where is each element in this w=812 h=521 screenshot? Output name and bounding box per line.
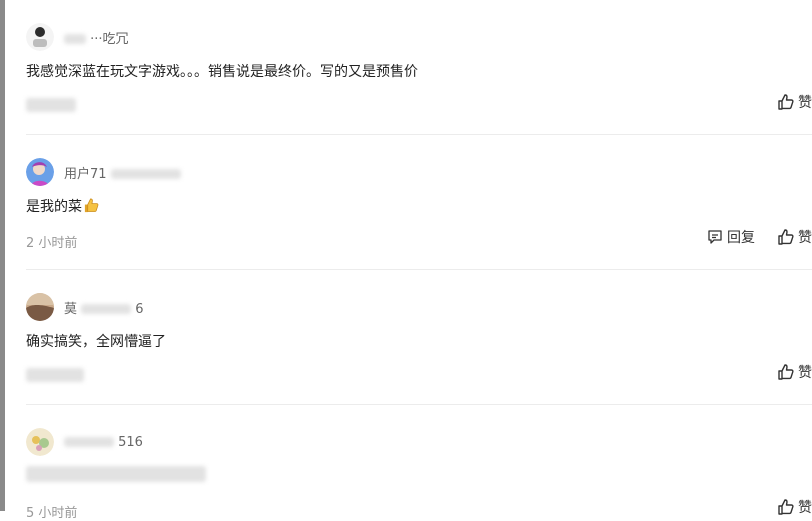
- comment-icon: [708, 230, 722, 244]
- comment-header: 莫 6: [26, 292, 144, 322]
- blurred-username: [64, 34, 86, 44]
- comment-meta: [26, 367, 84, 382]
- comment-time: 5 小时前: [26, 506, 78, 521]
- comment-actions: 赞: [777, 92, 812, 112]
- window-left-edge: [0, 0, 5, 511]
- comment-item: ···吃冗 我感觉深蓝在玩文字游戏。。。销售说是最终价。写的又是预售价 赞: [26, 0, 812, 135]
- username-tail: 516: [118, 434, 143, 450]
- like-button[interactable]: 赞: [777, 362, 812, 382]
- comment-item: 用户71 是我的菜 2 小时前 回复 赞: [26, 135, 812, 270]
- blurred-comment-text: [26, 466, 206, 482]
- username-tail: 6: [135, 301, 144, 317]
- like-label: 赞: [798, 230, 812, 246]
- avatar[interactable]: [26, 23, 54, 51]
- avatar[interactable]: [26, 158, 54, 186]
- comment-actions: 赞: [777, 497, 812, 517]
- blurred-username: [81, 304, 132, 314]
- comment-time: 2 小时前: [26, 236, 78, 251]
- thumbs-up-icon: [778, 499, 794, 515]
- like-button[interactable]: 赞: [777, 227, 812, 247]
- like-label: 赞: [798, 365, 812, 381]
- comment-actions: 赞: [777, 362, 812, 382]
- comment-header: ···吃冗: [26, 22, 129, 52]
- comment-text: [26, 466, 206, 482]
- avatar[interactable]: [26, 293, 54, 321]
- reply-label: 回复: [727, 230, 755, 246]
- thumbs-up-icon: [778, 364, 794, 380]
- username-text: 莫: [64, 301, 78, 317]
- username[interactable]: ···吃冗: [64, 28, 129, 47]
- reply-button[interactable]: 回复: [707, 227, 755, 247]
- username[interactable]: 516: [64, 435, 143, 450]
- avatar[interactable]: [26, 428, 54, 456]
- blurred-time: [26, 97, 76, 112]
- comment-meta: [26, 97, 76, 112]
- comment-list: ···吃冗 我感觉深蓝在玩文字游戏。。。销售说是最终价。写的又是预售价 赞 用户…: [26, 0, 812, 521]
- like-button[interactable]: 赞: [777, 497, 812, 517]
- like-button[interactable]: 赞: [777, 92, 812, 112]
- username-text: ···吃冗: [90, 31, 129, 47]
- comment-header: 516: [26, 427, 143, 457]
- thumbs-up-icon: [778, 229, 794, 245]
- blurred-username: [110, 169, 181, 179]
- like-label: 赞: [798, 95, 812, 111]
- thumbs-up-emoji-icon: [83, 197, 100, 218]
- comment-text: 是我的菜: [26, 196, 100, 218]
- comment-header: 用户71: [26, 157, 181, 187]
- comment-text: 我感觉深蓝在玩文字游戏。。。销售说是最终价。写的又是预售价: [26, 64, 418, 80]
- username[interactable]: 用户71: [64, 163, 181, 182]
- username[interactable]: 莫 6: [64, 298, 144, 317]
- like-label: 赞: [798, 500, 812, 516]
- comment-item: 516 5 小时前 赞: [26, 405, 812, 521]
- thumbs-up-icon: [778, 94, 794, 110]
- comment-text: 确实搞笑，全网懵逼了: [26, 334, 166, 350]
- comment-text-body: 是我的菜: [26, 199, 82, 215]
- comment-item: 莫 6 确实搞笑，全网懵逼了 赞: [26, 270, 812, 405]
- blurred-time: [26, 367, 84, 382]
- blurred-username: [64, 437, 114, 447]
- username-text: 用户71: [64, 166, 107, 182]
- comment-actions: 回复 赞: [707, 227, 812, 247]
